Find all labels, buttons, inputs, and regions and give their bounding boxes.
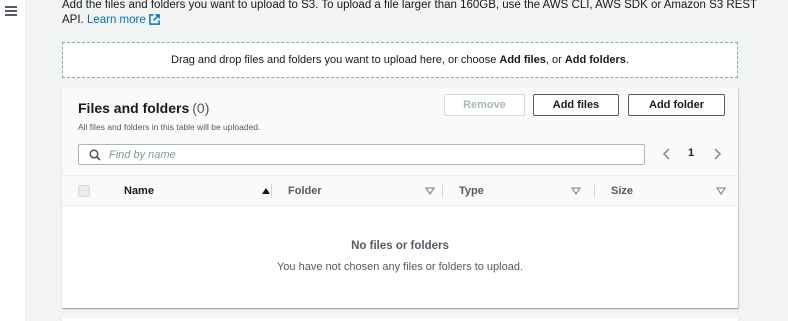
- sort-descending-icon: [716, 187, 726, 195]
- select-all-checkbox[interactable]: [78, 185, 90, 197]
- intro-text: Add the files and folders you want to up…: [62, 0, 762, 28]
- empty-state-title: No files or folders: [351, 240, 449, 252]
- drop-zone-suffix: .: [625, 54, 629, 66]
- column-divider[interactable]: [594, 184, 595, 198]
- chevron-left-icon[interactable]: [662, 147, 672, 161]
- drop-zone-prefix: Drag and drop files and folders you want…: [171, 54, 497, 66]
- menu-icon[interactable]: [5, 4, 19, 18]
- sort-descending-icon: [425, 187, 435, 195]
- chevron-right-icon[interactable]: [712, 147, 722, 161]
- panel-title-text: Files and folders: [78, 100, 190, 116]
- search-input[interactable]: [109, 147, 609, 162]
- column-folder[interactable]: Folder: [288, 176, 435, 206]
- panel-header: Files and folders (0) All files and folde…: [62, 88, 738, 176]
- table-header: Name Folder Type Size: [62, 176, 738, 206]
- add-files-button[interactable]: Add files: [533, 94, 619, 116]
- sort-descending-icon: [571, 187, 581, 195]
- sort-ascending-icon: [262, 188, 270, 194]
- learn-more-link[interactable]: Learn more: [87, 14, 160, 26]
- file-count: (0): [192, 100, 210, 116]
- column-size-label: Size: [611, 185, 634, 197]
- learn-more-label: Learn more: [86, 14, 146, 26]
- external-link-icon: [148, 14, 160, 25]
- left-rail: [0, 0, 26, 321]
- column-divider[interactable]: [271, 184, 272, 198]
- empty-state-description: You have not chosen any files or folders…: [276, 261, 524, 273]
- files-and-folders-panel: Files and folders (0) All files and folde…: [62, 88, 738, 308]
- column-type-label: Type: [459, 185, 484, 197]
- search-field[interactable]: [78, 144, 645, 165]
- add-folder-button[interactable]: Add folder: [628, 94, 725, 116]
- column-size[interactable]: Size: [611, 176, 726, 206]
- drop-zone-middle: , or: [545, 54, 562, 66]
- drop-zone[interactable]: Drag and drop files and folders you want…: [62, 42, 738, 78]
- column-type[interactable]: Type: [459, 176, 581, 206]
- column-folder-label: Folder: [288, 185, 322, 197]
- column-name[interactable]: Name: [124, 176, 271, 206]
- drop-zone-add-folders: Add folders: [564, 54, 626, 66]
- pagination: 1: [662, 146, 728, 164]
- intro-description: Add the files and folders you want to up…: [62, 0, 757, 26]
- panel-title: Files and folders (0): [78, 100, 209, 116]
- panel-description: All files and folders in this table will…: [78, 122, 261, 132]
- column-name-label: Name: [124, 185, 154, 197]
- page-number[interactable]: 1: [688, 147, 694, 159]
- search-icon: [89, 149, 101, 161]
- drop-zone-add-files: Add files: [499, 54, 546, 66]
- remove-button[interactable]: Remove: [444, 94, 525, 116]
- column-divider[interactable]: [442, 184, 443, 198]
